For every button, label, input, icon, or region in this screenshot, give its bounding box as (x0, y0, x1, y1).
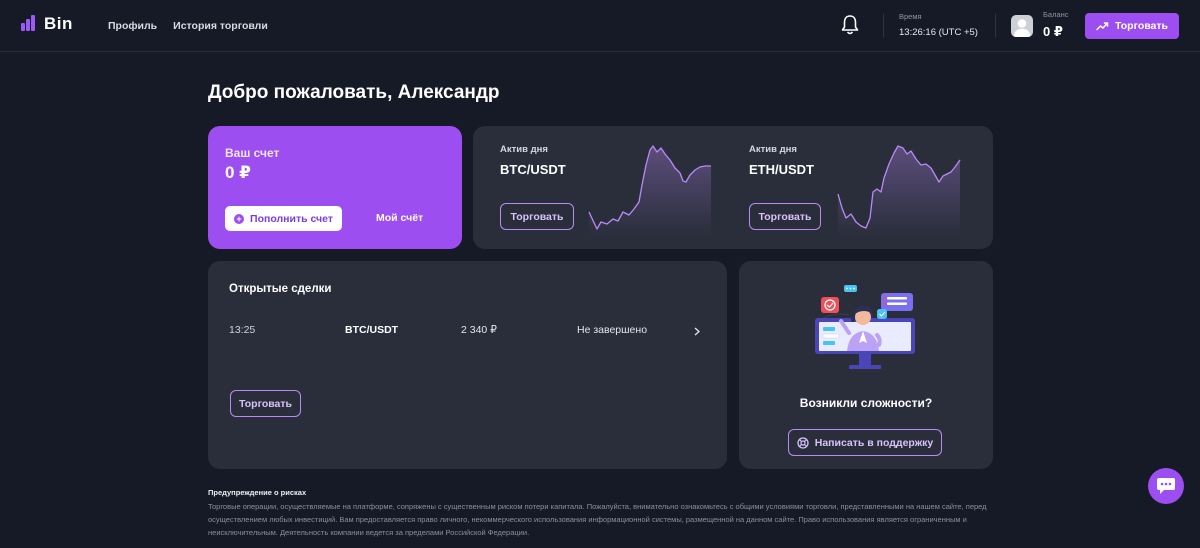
chevron-right-icon[interactable] (694, 327, 700, 336)
main-nav: Профиль История торговли (108, 20, 268, 32)
support-question: Возникли сложности? (799, 396, 933, 410)
asset-label: Актив дня (500, 144, 548, 155)
time-value: 13:26:16 (UTC +5) (899, 27, 978, 38)
table-row[interactable]: 13:25 BTC/USDT 2 340 ₽ Не завершено (229, 324, 704, 338)
logo-text: Bin (44, 14, 73, 33)
open-trades-trade-button[interactable]: Торговать (230, 390, 301, 417)
trade-amount: 2 340 ₽ (461, 324, 497, 336)
header-divider (995, 14, 996, 38)
eth-sparkline (837, 145, 961, 236)
open-trades-card: Открытые сделки 13:25 BTC/USDT 2 340 ₽ Н… (208, 261, 727, 469)
support-card: Возникли сложности? Написать в поддержку (739, 261, 993, 469)
support-agent-illustration (815, 285, 915, 369)
chat-bubble-icon (1157, 478, 1175, 494)
time-label: Время (899, 12, 922, 21)
asset-label: Актив дня (749, 144, 797, 155)
trade-btc-button[interactable]: Торговать (500, 203, 574, 230)
trade-status: Не завершено (577, 324, 648, 336)
trend-up-icon (1096, 22, 1109, 31)
nav-item-trade-history[interactable]: История торговли (173, 20, 268, 32)
lifebuoy-icon (797, 436, 809, 449)
header-divider (883, 14, 884, 38)
avatar[interactable] (1011, 15, 1033, 37)
open-trades-title: Открытые сделки (229, 283, 332, 295)
account-card: Ваш счет 0 ₽ + Пополнить счет Мой счёт (208, 126, 462, 249)
topup-label: Пополнить счет (250, 212, 333, 225)
plus-icon: + (234, 213, 245, 224)
balance-value: 0 ₽ (1043, 24, 1063, 39)
bell-icon[interactable] (840, 14, 860, 36)
server-time: Время 13:26:16 (UTC +5) (899, 12, 978, 38)
top-bar: Bin Профиль История торговли Время 13:26… (0, 0, 1200, 52)
trade-pair: BTC/USDT (345, 324, 399, 336)
topup-button[interactable]: + Пополнить счет (225, 206, 342, 231)
account-balance: 0 ₽ (225, 163, 252, 182)
trade-eth-button[interactable]: Торговать (749, 203, 821, 230)
balance-label: Баланс (1043, 10, 1069, 19)
risk-warning-title: Предупреждение о рисках (208, 488, 307, 497)
asset-of-day-card: Актив дня BTC/USDT Торговать Актив дня E… (473, 126, 993, 249)
logo[interactable]: Bin (20, 14, 73, 34)
header-balance: Баланс 0 ₽ (1043, 10, 1069, 40)
risk-warning-text: Торговые операции, осуществляемые на пла… (208, 502, 987, 537)
header-trade-label: Торговать (1115, 20, 1168, 32)
account-label: Ваш счет (225, 146, 280, 160)
my-account-link[interactable]: Мой счёт (376, 212, 423, 224)
btc-sparkline (588, 145, 711, 236)
chat-button[interactable] (1148, 468, 1184, 504)
nav-item-profile[interactable]: Профиль (108, 20, 157, 32)
page-title: Добро пожаловать, Александр (208, 82, 500, 103)
asset-pair-eth: ETH/USDT (749, 162, 814, 177)
logo-bars-icon (20, 15, 38, 33)
user-avatar-icon (1013, 19, 1031, 37)
contact-support-button[interactable]: Написать в поддержку (788, 429, 942, 456)
contact-support-label: Написать в поддержку (814, 436, 934, 449)
header-trade-button[interactable]: Торговать (1085, 13, 1179, 39)
trade-time: 13:25 (229, 324, 256, 336)
asset-pair-btc: BTC/USDT (500, 162, 566, 177)
